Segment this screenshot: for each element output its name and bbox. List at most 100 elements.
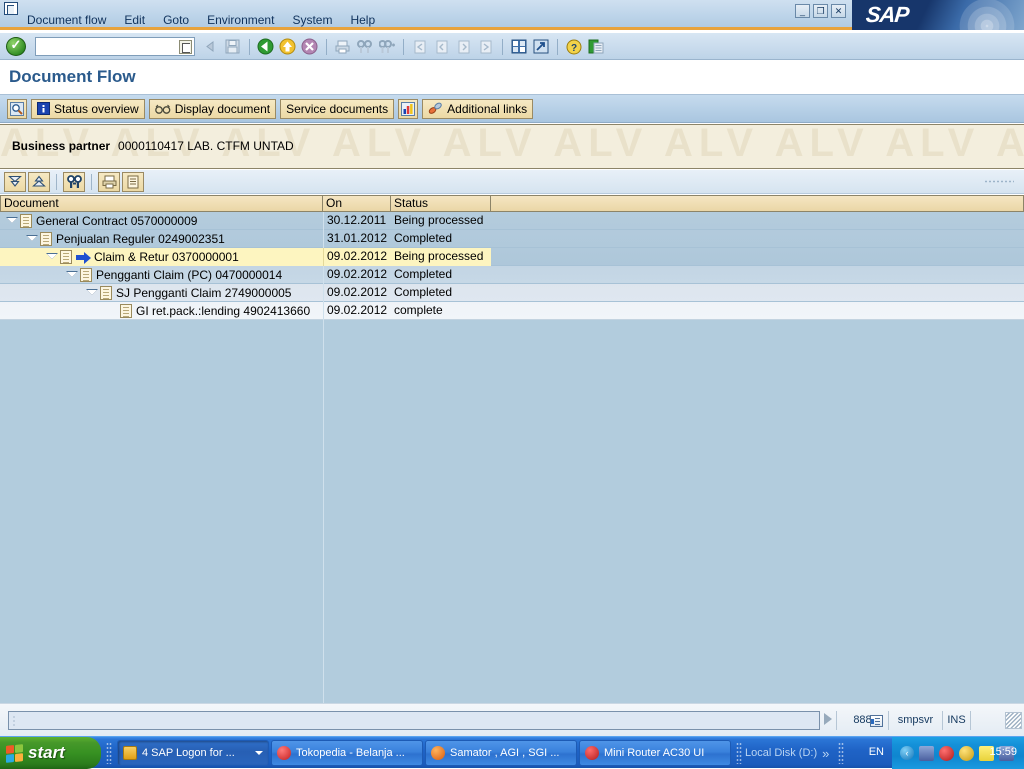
taskbar-grip-3[interactable] [838, 742, 844, 764]
chevron-down-icon[interactable] [26, 233, 38, 244]
chevron-down-icon[interactable] [46, 251, 58, 262]
resize-grip[interactable] [1005, 712, 1022, 729]
column-header-document[interactable]: Document [0, 195, 323, 212]
column-header-status[interactable]: Status [391, 195, 491, 212]
session-icon[interactable] [870, 715, 883, 727]
quicklaunch-bar[interactable]: Local Disk (D:) » [745, 740, 829, 766]
minimize-button[interactable]: _ [795, 4, 810, 18]
column-header-blank[interactable] [491, 195, 1024, 212]
menu-goto-label: Goto [163, 13, 190, 27]
chevron-down-icon[interactable] [6, 215, 18, 226]
taskbar-item-sap-logon[interactable]: 4 SAP Logon for ... [117, 740, 269, 766]
collapse-all-button[interactable] [28, 171, 50, 192]
menu-document-flow[interactable]: Document flow [18, 12, 115, 28]
next-page-icon[interactable] [453, 36, 474, 57]
status-overview-label: Status overview [54, 101, 139, 116]
status-expand-icon[interactable] [824, 713, 832, 725]
first-page-icon[interactable] [409, 36, 430, 57]
chevron-down-icon[interactable] [66, 269, 78, 280]
column-header-on[interactable]: On [323, 195, 391, 212]
command-field[interactable] [35, 37, 195, 56]
tree-cell-document[interactable]: Penjualan Reguler 0249002351 [0, 230, 323, 248]
save-icon[interactable] [222, 36, 243, 57]
status-message-field[interactable] [8, 711, 820, 730]
sap-window-icon[interactable] [4, 2, 18, 15]
display-detail-button[interactable] [7, 98, 27, 119]
back-green-icon[interactable] [255, 36, 276, 57]
taskbar-item-samator[interactable]: Samator , AGI , SGI ... [425, 740, 577, 766]
table-row[interactable]: Pengganti Claim (PC) 0470000014 09.02.20… [0, 265, 1024, 284]
create-shortcut-icon[interactable] [530, 36, 551, 57]
tree-cell-on: 09.02.2012 [323, 247, 391, 266]
taskbar-item-tokopedia[interactable]: Tokopedia - Belanja ... [271, 740, 423, 766]
system-toolbar: ? [0, 33, 1024, 60]
status-overview-button[interactable]: Status overview [31, 98, 145, 119]
status-insert-mode[interactable]: INS [942, 711, 970, 730]
status-spacer [970, 711, 1000, 730]
help-icon[interactable]: ? [563, 36, 584, 57]
document-flow-tree[interactable]: Document On Status General Contract 0570… [0, 195, 1024, 703]
application-toolbar: Status overview Display document Service… [0, 95, 1024, 123]
table-row[interactable]: Claim & Retur 0370000001 09.02.2012 Bein… [0, 247, 1024, 266]
table-row[interactable]: General Contract 0570000009 30.12.2011 B… [0, 211, 1024, 230]
taskbar-grip-2[interactable] [736, 742, 742, 764]
exit-yellow-icon[interactable] [277, 36, 298, 57]
tree-cell-document[interactable]: General Contract 0570000009 [0, 212, 323, 230]
last-page-icon[interactable] [475, 36, 496, 57]
shield-icon[interactable] [959, 745, 974, 761]
restore-button[interactable]: ❐ [813, 4, 828, 18]
find-button[interactable] [63, 171, 85, 192]
tree-cell-document[interactable]: Claim & Retur 0370000001 [0, 247, 323, 266]
chart-button[interactable] [398, 98, 419, 119]
network-icon[interactable] [919, 745, 934, 761]
command-history-icon[interactable] [179, 40, 192, 54]
menu-environment[interactable]: Environment [198, 12, 283, 28]
close-button[interactable]: ✕ [831, 4, 846, 18]
additional-links-button[interactable]: Additional links [422, 98, 534, 119]
alv-toolbar-separator [56, 173, 57, 190]
table-row[interactable]: SJ Pengganti Claim 2749000005 09.02.2012… [0, 283, 1024, 302]
status-server[interactable]: smpsvr [888, 711, 942, 730]
quicklaunch-overflow-icon[interactable]: » [822, 746, 829, 761]
back-arrow-icon[interactable] [200, 36, 221, 57]
menu-system[interactable]: System [283, 12, 341, 28]
tree-cell-document[interactable]: Pengganti Claim (PC) 0470000014 [0, 266, 323, 284]
details-button[interactable] [122, 171, 144, 192]
antivirus-icon[interactable] [939, 745, 954, 761]
command-input[interactable] [38, 39, 178, 54]
tree-cell-document[interactable]: SJ Pengganti Claim 2749000005 [0, 284, 323, 302]
firefox-icon [431, 746, 445, 760]
taskbar-item-mini-router[interactable]: Mini Router AC30 UI [579, 740, 731, 766]
tree-cell-status: Completed [394, 284, 453, 299]
table-row[interactable]: GI ret.pack.:lending 4902413660 09.02.20… [0, 301, 1024, 320]
display-document-label: Display document [174, 101, 271, 116]
taskbar-clock[interactable]: 15:59 [989, 746, 1017, 758]
enter-check-icon[interactable] [6, 37, 26, 56]
service-documents-button[interactable]: Service documents [280, 98, 395, 119]
customize-layout-icon[interactable] [585, 36, 606, 57]
menu-help[interactable]: Help [341, 12, 384, 28]
show-hidden-icons-icon[interactable]: ‹ [900, 746, 914, 760]
alv-toolbar-grip[interactable] [984, 179, 1014, 184]
menu-edit[interactable]: Edit [115, 12, 154, 28]
language-indicator[interactable]: EN [869, 746, 884, 758]
previous-page-icon[interactable] [431, 36, 452, 57]
find-next-icon[interactable] [376, 36, 397, 57]
tree-cell-document[interactable]: GI ret.pack.:lending 4902413660 [0, 302, 323, 320]
expand-all-icon [8, 175, 22, 187]
table-row[interactable]: Penjualan Reguler 0249002351 31.01.2012 … [0, 229, 1024, 248]
print-button[interactable] [98, 171, 120, 192]
menu-goto[interactable]: Goto [154, 12, 198, 28]
chevron-down-icon[interactable] [255, 751, 263, 755]
display-document-button[interactable]: Display document [148, 98, 277, 119]
cancel-icon[interactable] [299, 36, 320, 57]
tree-row-label: Pengganti Claim (PC) 0470000014 [96, 267, 283, 282]
taskbar-grip[interactable] [106, 742, 112, 764]
start-button[interactable]: start [0, 737, 101, 769]
find-icon[interactable] [354, 36, 375, 57]
print-icon[interactable] [332, 36, 353, 57]
chevron-down-icon[interactable] [86, 287, 98, 298]
expand-all-button[interactable] [4, 171, 26, 192]
create-session-icon[interactable] [508, 36, 529, 57]
quicklaunch-label: Local Disk (D:) [745, 747, 818, 759]
